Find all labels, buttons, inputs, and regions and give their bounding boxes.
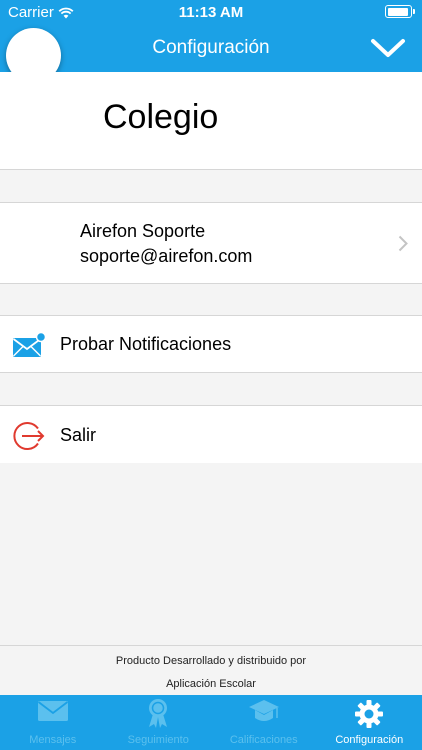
user-account-row[interactable]: Airefon Soporte soporte@airefon.com — [0, 202, 422, 284]
chevron-right-icon — [398, 235, 408, 252]
status-time: 11:13 AM — [178, 4, 244, 21]
ribbon-icon — [149, 699, 168, 728]
test-notifications-label: Probar Notificaciones — [60, 334, 232, 354]
tab-label: Seguimiento — [127, 734, 189, 746]
logout-label: Salir — [60, 425, 97, 445]
graduation-cap-icon — [248, 700, 279, 721]
test-notifications-row[interactable]: Probar Notificaciones — [0, 315, 422, 373]
navigation-bar: Configuración — [0, 24, 422, 72]
logout-row[interactable]: Salir — [0, 405, 422, 463]
tab-calificaciones[interactable]: Calificaciones — [211, 695, 317, 750]
school-name: Colegio — [103, 98, 219, 136]
envelope-icon — [37, 701, 68, 721]
chevron-down-icon[interactable] — [370, 35, 406, 61]
tab-label: Configuración — [335, 734, 404, 746]
footer-line-1: Producto Desarrollado y distribuido por — [115, 655, 307, 667]
tab-label: Mensajes — [29, 734, 77, 746]
tab-mensajes[interactable]: Mensajes — [0, 695, 106, 750]
status-bar: Carrier 11:13 AM — [0, 0, 422, 24]
footer-line-2: Aplicación Escolar — [166, 678, 256, 690]
tab-label: Calificaciones — [229, 734, 298, 746]
logout-icon — [13, 422, 45, 450]
tab-configuracion[interactable]: Configuración — [317, 695, 422, 750]
battery-icon — [385, 5, 415, 18]
school-header: Colegio — [0, 72, 422, 170]
user-email: soporte@airefon.com — [80, 246, 253, 266]
page-title: Configuración — [152, 37, 270, 58]
footer-credits: Producto Desarrollado y distribuido por … — [0, 645, 422, 695]
gear-icon — [355, 700, 384, 728]
tab-seguimiento[interactable]: Seguimiento — [106, 695, 212, 750]
tab-bar: Mensajes Seguimiento Calificaciones Conf… — [0, 695, 422, 750]
user-name: Airefon Soporte — [80, 221, 206, 241]
notification-envelope-icon — [12, 331, 46, 357]
